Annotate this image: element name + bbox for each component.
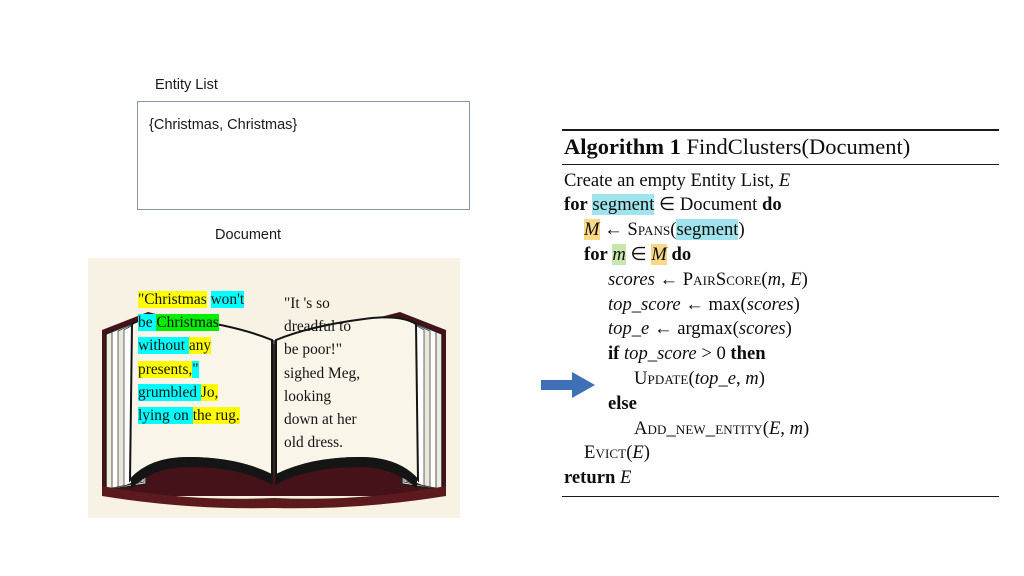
algorithm-line: else (608, 392, 637, 414)
highlight-mention: m (612, 243, 626, 265)
highlight-span-cyan: grumbled (138, 383, 201, 401)
highlight-spans-set: M (584, 219, 600, 241)
highlight-span-green: Christmas (156, 314, 219, 332)
highlight-span-yellow: "Christmas (138, 291, 207, 308)
highlight-span-cyan: " (192, 360, 199, 378)
algorithm-body: Create an empty Entity List, E for segme… (562, 165, 999, 494)
document-text-line: sighed Meg, (284, 364, 361, 382)
algorithm-rule-bottom (562, 495, 999, 497)
highlight-segment: segment (592, 194, 655, 216)
highlight-span-cyan: won't (210, 291, 245, 308)
entity-list-label: Entity List (155, 77, 218, 93)
text-span (207, 291, 211, 308)
document-text-line: "Christmas won't (138, 288, 245, 311)
algorithm-line: M ← Spans(segment) (584, 219, 745, 241)
highlight-span-yellow: Jo, (200, 383, 219, 401)
highlight-span-cyan: lying on (138, 406, 193, 424)
highlight-span-yellow: any (188, 337, 212, 355)
algorithm-line: return E (564, 467, 632, 489)
document-text-line: dreadful to (284, 318, 352, 336)
document-text-line: "It 's so (284, 295, 330, 312)
document-text-line: without any (138, 334, 244, 357)
highlight-span-cyan: be (138, 314, 157, 332)
document-text-line: presents," (138, 358, 244, 381)
highlight-span-cyan: without (138, 337, 189, 355)
document-text-line: old dress. (284, 434, 343, 452)
algorithm-line: Evict(E) (584, 442, 650, 464)
algorithm-line: Create an empty Entity List, E (564, 169, 791, 191)
document-text-line: down at her (284, 410, 357, 428)
document-right-page-text: "It 's so dreadful to be poor!" sighed Meg,… (284, 292, 360, 454)
algorithm-line: scores ← PairScore(m, E) (608, 268, 808, 290)
highlight-spans-set: M (651, 243, 667, 265)
algorithm-line: for m ∈ M do (584, 243, 692, 265)
algorithm-line: if top_score > 0 then (608, 343, 766, 365)
algorithm-line: top_e ← argmax(scores) (608, 318, 792, 340)
algorithm-number: Algorithm 1 (564, 134, 681, 159)
document-text-line: lying on the rug. (138, 404, 244, 427)
algorithm-line: top_score ← max(scores) (608, 293, 800, 315)
algorithm-line: Add_new_entity(E, m) (634, 417, 810, 439)
algorithm-line: for segment ∈ Document do (564, 194, 782, 216)
algorithm-line: Update(top_e, m) (634, 367, 765, 389)
highlight-segment: segment (676, 219, 739, 241)
entity-list-value: {Christmas, Christmas} (149, 117, 298, 133)
document-text-line: grumbled Jo, (138, 381, 244, 404)
document-label: Document (215, 227, 282, 243)
algorithm-signature: FindClusters(Document) (686, 134, 911, 159)
highlight-span-yellow: the rug. (192, 406, 240, 424)
document-left-page-text: "Christmas won't be Christmas without any p… (138, 288, 245, 427)
entity-list-box: {Christmas, Christmas} (137, 101, 470, 210)
document-text-line: looking (284, 387, 332, 405)
document-figure: "Christmas won't be Christmas without any p… (88, 258, 460, 518)
document-text-line: be poor!" (284, 341, 342, 359)
highlight-span-yellow: presents, (138, 360, 193, 378)
algorithm-block: Algorithm 1 FindClusters(Document) Creat… (562, 129, 999, 497)
algorithm-title: Algorithm 1 FindClusters(Document) (562, 131, 999, 164)
document-text-line: be Christmas (138, 311, 244, 334)
